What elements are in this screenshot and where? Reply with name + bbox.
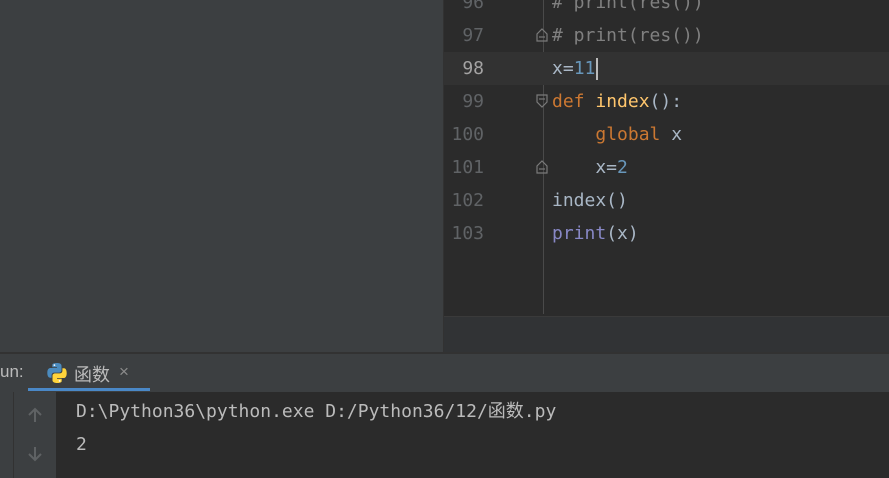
line-number: 101 xyxy=(451,157,484,178)
close-icon[interactable]: × xyxy=(119,362,129,382)
code-text[interactable]: # print(res()) xyxy=(552,19,704,52)
line-number: 96 xyxy=(462,0,484,13)
code-line-103[interactable]: 103 print(x) xyxy=(444,217,889,250)
code-editor[interactable]: 96 # print(res()) 97 # print(res()) 98 x… xyxy=(444,0,889,352)
code-line-100[interactable]: 100 global x xyxy=(444,118,889,151)
run-tool-window-header: un: 函数 × xyxy=(0,354,889,393)
arrow-down-icon[interactable] xyxy=(26,445,44,463)
code-text[interactable]: index() xyxy=(552,184,628,217)
console-output-line: 2 xyxy=(76,434,87,455)
run-tab[interactable]: 函数 × xyxy=(28,354,150,391)
text-caret xyxy=(596,58,599,80)
project-panel xyxy=(0,0,444,352)
code-line-101[interactable]: 101 x=2 xyxy=(444,151,889,184)
line-number: 98 xyxy=(462,58,484,79)
editor-footer-area xyxy=(444,316,889,352)
line-number: 100 xyxy=(451,124,484,145)
console-toolbar xyxy=(14,392,56,478)
console-output[interactable]: D:\Python36\python.exe D:/Python36/12/函数… xyxy=(56,392,889,478)
code-text[interactable]: print(x) xyxy=(552,217,639,250)
code-text[interactable]: def index(): xyxy=(552,85,682,118)
fold-end-icon[interactable] xyxy=(536,28,548,42)
line-number: 102 xyxy=(451,190,484,211)
fold-start-icon[interactable] xyxy=(536,94,548,108)
code-line-99[interactable]: 99 def index(): xyxy=(444,85,889,118)
code-line-96[interactable]: 96 # print(res()) xyxy=(444,0,889,19)
line-number: 99 xyxy=(462,91,484,112)
console-command-line: D:\Python36\python.exe D:/Python36/12/函数… xyxy=(76,401,557,422)
line-number: 97 xyxy=(462,25,484,46)
code-line-97[interactable]: 97 # print(res()) xyxy=(444,19,889,52)
code-text[interactable]: x=11 xyxy=(552,52,599,85)
arrow-up-icon[interactable] xyxy=(26,406,44,424)
line-number: 103 xyxy=(451,223,484,244)
code-line-102[interactable]: 102 index() xyxy=(444,184,889,217)
code-text[interactable]: # print(res()) xyxy=(552,0,704,19)
code-text[interactable]: x=2 xyxy=(552,151,628,184)
python-icon xyxy=(47,363,67,383)
code-text[interactable]: global x xyxy=(552,118,682,151)
console-side-strip xyxy=(0,392,14,478)
code-line-98[interactable]: 98 x=11 xyxy=(444,52,889,85)
fold-end-icon[interactable] xyxy=(536,160,548,174)
run-label: un: xyxy=(0,362,24,381)
run-tab-title: 函数 xyxy=(74,365,110,385)
